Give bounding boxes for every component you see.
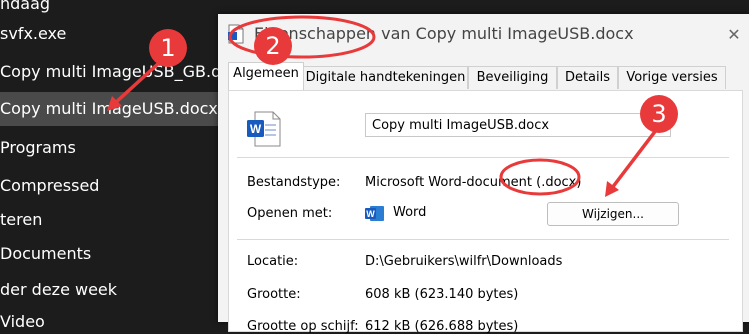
location-value: D:\Gebruikers\wilfr\Downloads — [365, 254, 563, 269]
title-bar[interactable]: Eigenschappen van Copy multi ImageUSB.do… — [218, 14, 749, 56]
close-button[interactable]: ✕ — [719, 20, 749, 50]
document-icon — [228, 24, 244, 44]
list-item[interactable]: Programs — [0, 138, 76, 157]
tab-algemeen[interactable]: Algemeen — [228, 62, 304, 90]
list-item[interactable]: svfx.exe — [0, 24, 66, 43]
size-label: Grootte: — [247, 287, 301, 302]
dialog-title: Eigenschappen van Copy multi ImageUSB.do… — [254, 24, 634, 43]
step-marker-1: 1 — [149, 29, 187, 67]
list-item[interactable]: der deze week — [0, 280, 117, 299]
svg-text:W: W — [250, 122, 262, 136]
tab-beveiliging[interactable]: Beveiliging — [468, 66, 557, 89]
tab-digitale-handtekeningen[interactable]: Digitale handtekeningen — [303, 66, 468, 89]
list-item[interactable]: Copy multi ImageUSB_GB.docx — [0, 62, 249, 81]
filename-field[interactable] — [365, 113, 671, 137]
location-label: Locatie: — [247, 254, 299, 269]
divider — [237, 239, 729, 240]
properties-dialog: Eigenschappen van Copy multi ImageUSB.do… — [218, 14, 749, 334]
tab-vorige-versies[interactable]: Vorige versies — [618, 66, 726, 89]
list-item[interactable]: ndaag — [0, 0, 50, 13]
file-type-label: Bestandstype: — [247, 175, 341, 190]
file-list: ndaag svfx.exe Copy multi ImageUSB_GB.do… — [0, 0, 249, 331]
word-file-icon: W — [247, 111, 281, 147]
step-marker-3: 3 — [640, 95, 678, 133]
list-item-selected[interactable]: Copy multi ImageUSB.docx — [0, 92, 226, 126]
open-with-value: Word — [393, 205, 427, 220]
size-value: 608 kB (623.140 bytes) — [365, 287, 519, 302]
svg-text:W: W — [366, 209, 375, 219]
step-marker-2: 2 — [254, 27, 292, 65]
change-button[interactable]: Wijzigen... — [547, 202, 679, 226]
list-item[interactable]: teren — [0, 210, 42, 229]
file-type-value: Microsoft Word-document (.docx) — [365, 175, 582, 190]
close-icon: ✕ — [727, 25, 741, 44]
open-with-label: Openen met: — [247, 206, 333, 221]
list-item[interactable]: Documents — [0, 244, 91, 263]
divider — [237, 157, 729, 158]
word-app-icon: W — [365, 206, 384, 221]
disk-size-label: Grootte op schijf: — [247, 319, 359, 334]
disk-size-value: 612 kB (626.688 bytes) — [365, 319, 519, 334]
tab-details[interactable]: Details — [557, 66, 618, 89]
list-item[interactable]: Compressed — [0, 176, 99, 195]
